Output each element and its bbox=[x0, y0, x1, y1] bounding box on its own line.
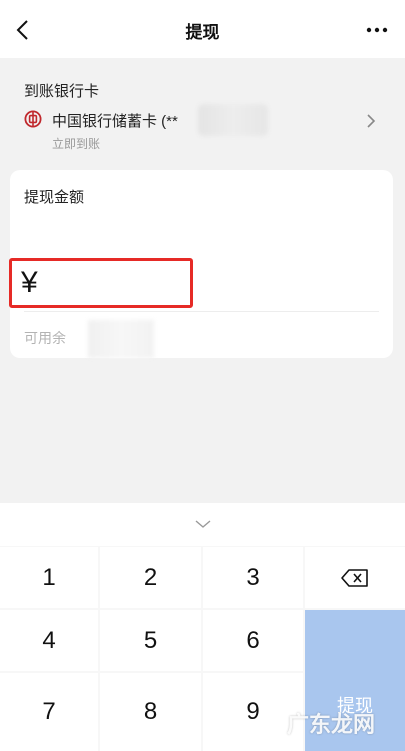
key-1[interactable]: 1 bbox=[0, 547, 98, 608]
more-dots-icon[interactable] bbox=[365, 20, 389, 40]
bank-card-label: 到账银行卡 bbox=[24, 83, 100, 100]
key-4[interactable]: 4 bbox=[0, 610, 98, 671]
bank-card-name: 中国银行储蓄卡 (** bbox=[52, 113, 178, 130]
key-8[interactable]: 8 bbox=[100, 673, 201, 751]
key-5[interactable]: 5 bbox=[100, 610, 201, 671]
backspace-icon bbox=[341, 568, 368, 587]
watermark: 广东龙网 bbox=[286, 712, 375, 737]
amount-input[interactable]: ¥ bbox=[21, 266, 38, 300]
available-balance: 可用余 bbox=[24, 330, 66, 346]
key-6[interactable]: 6 bbox=[203, 610, 303, 671]
chevron-right-icon bbox=[367, 114, 376, 128]
masked-card-number bbox=[198, 104, 268, 136]
key-7[interactable]: 7 bbox=[0, 673, 98, 751]
numeric-keypad: 1 2 3 4 5 6 7 8 9 提现 广东龙网 bbox=[0, 546, 405, 751]
chevron-down-icon[interactable] bbox=[194, 518, 212, 530]
divider bbox=[24, 311, 379, 312]
page-title: 提现 bbox=[185, 23, 220, 42]
top-bar: 提现 bbox=[0, 0, 405, 58]
amount-card: 提现金额 ¥ 可用余 bbox=[9, 170, 393, 358]
key-2[interactable]: 2 bbox=[100, 547, 201, 608]
amount-label: 提现金额 bbox=[24, 189, 85, 206]
keypad-collapse-bar[interactable] bbox=[0, 503, 405, 546]
bank-of-china-icon bbox=[24, 110, 42, 128]
delete-key[interactable] bbox=[305, 547, 405, 608]
key-3[interactable]: 3 bbox=[203, 547, 303, 608]
masked-balance bbox=[88, 320, 154, 358]
bank-card-selector[interactable]: 到账银行卡 中国银行储蓄卡 (** 立即到账 bbox=[0, 58, 405, 170]
arrival-time: 立即到账 bbox=[52, 137, 101, 151]
